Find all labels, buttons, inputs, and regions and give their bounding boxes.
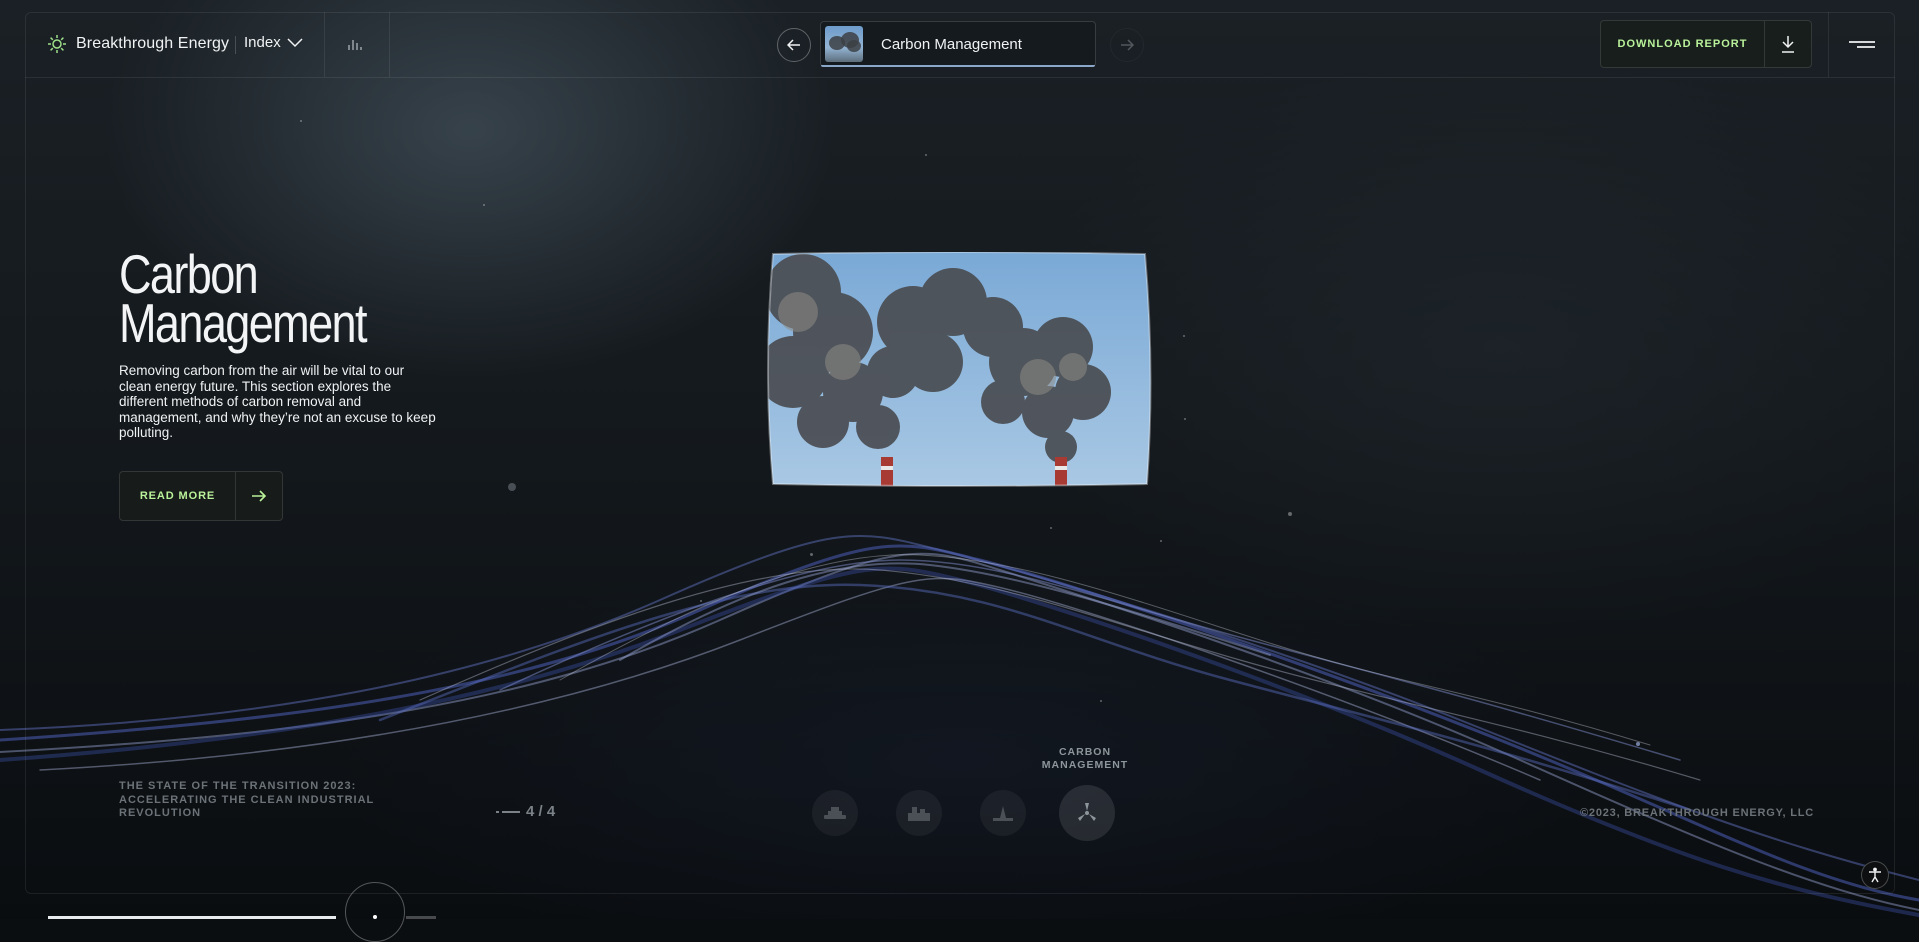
download-report-label: DOWNLOAD REPORT <box>1617 38 1748 50</box>
read-more-button[interactable]: READ MORE <box>119 471 283 521</box>
active-chapter-label-line2: MANAGEMENT <box>1041 759 1129 771</box>
active-chapter-label: CARBON MANAGEMENT <box>1035 746 1135 772</box>
page-title: Carbon Management <box>119 247 367 354</box>
download-icon <box>1782 36 1794 53</box>
chapter-button-factory[interactable] <box>896 790 942 836</box>
chapter-thumbnail <box>825 26 863 62</box>
divider <box>389 12 390 77</box>
report-title-line2: ACCELERATING THE CLEAN INDUSTRIAL <box>119 793 375 806</box>
brand-name: Breakthrough Energy <box>76 35 230 52</box>
arrow-right-icon <box>1121 39 1134 51</box>
previous-chapter-button[interactable] <box>777 28 811 62</box>
chapter-title: Carbon Management <box>881 35 1022 53</box>
download-report-button[interactable]: DOWNLOAD REPORT <box>1600 20 1812 68</box>
current-chapter-selector[interactable]: Carbon Management <box>820 21 1096 67</box>
chapter-button-ship[interactable] <box>812 790 858 836</box>
divider <box>235 36 236 54</box>
pager-count: 4 / 4 <box>526 803 556 820</box>
chapter-pager: 4 / 4 <box>496 803 556 820</box>
accessibility-button[interactable] <box>1861 861 1889 889</box>
page-description: Removing carbon from the air will be vit… <box>119 363 436 440</box>
arrow-right-icon <box>252 490 267 502</box>
chapter-button-industry[interactable] <box>980 790 1026 836</box>
scroll-indicator[interactable] <box>345 882 405 942</box>
brand-logo-link[interactable]: Breakthrough Energy <box>47 34 229 54</box>
factory-icon <box>908 807 930 821</box>
active-chapter-label-line1: CARBON <box>1058 746 1112 758</box>
report-title-line1: THE STATE OF THE TRANSITION 2023: <box>119 780 357 792</box>
index-label: Index <box>244 34 281 51</box>
bar-chart-icon[interactable] <box>345 34 365 54</box>
hamburger-menu-icon[interactable] <box>1847 34 1877 54</box>
report-title-line3: REVOLUTION <box>119 807 202 819</box>
arrow-left-icon <box>787 39 800 51</box>
industry-icon <box>993 806 1013 821</box>
read-more-label: READ MORE <box>139 490 216 502</box>
ship-icon <box>824 807 846 819</box>
page-title-line2: Management <box>119 292 367 354</box>
breakthrough-energy-logo-icon <box>48 35 66 53</box>
copyright: ©2023, BREAKTHROUGH ENERGY, LLC <box>1580 807 1814 819</box>
accessibility-icon <box>1869 867 1881 883</box>
read-more-icon-wrap <box>235 472 282 520</box>
divider <box>1828 12 1829 77</box>
smokestacks-image <box>767 252 1152 487</box>
divider <box>324 12 325 77</box>
top-navigation-bar: Breakthrough Energy Index Carbon Managem… <box>25 12 1895 78</box>
chapter-button-carbon-management[interactable] <box>1059 785 1115 841</box>
report-title: THE STATE OF THE TRANSITION 2023: ACCELE… <box>119 780 374 821</box>
download-icon-wrap <box>1764 21 1811 67</box>
carbon-capture-icon <box>1078 803 1096 821</box>
chevron-down-icon <box>287 37 303 47</box>
pager-dash <box>496 810 520 813</box>
index-dropdown[interactable]: Index <box>244 34 303 51</box>
next-chapter-button[interactable] <box>1110 28 1144 62</box>
